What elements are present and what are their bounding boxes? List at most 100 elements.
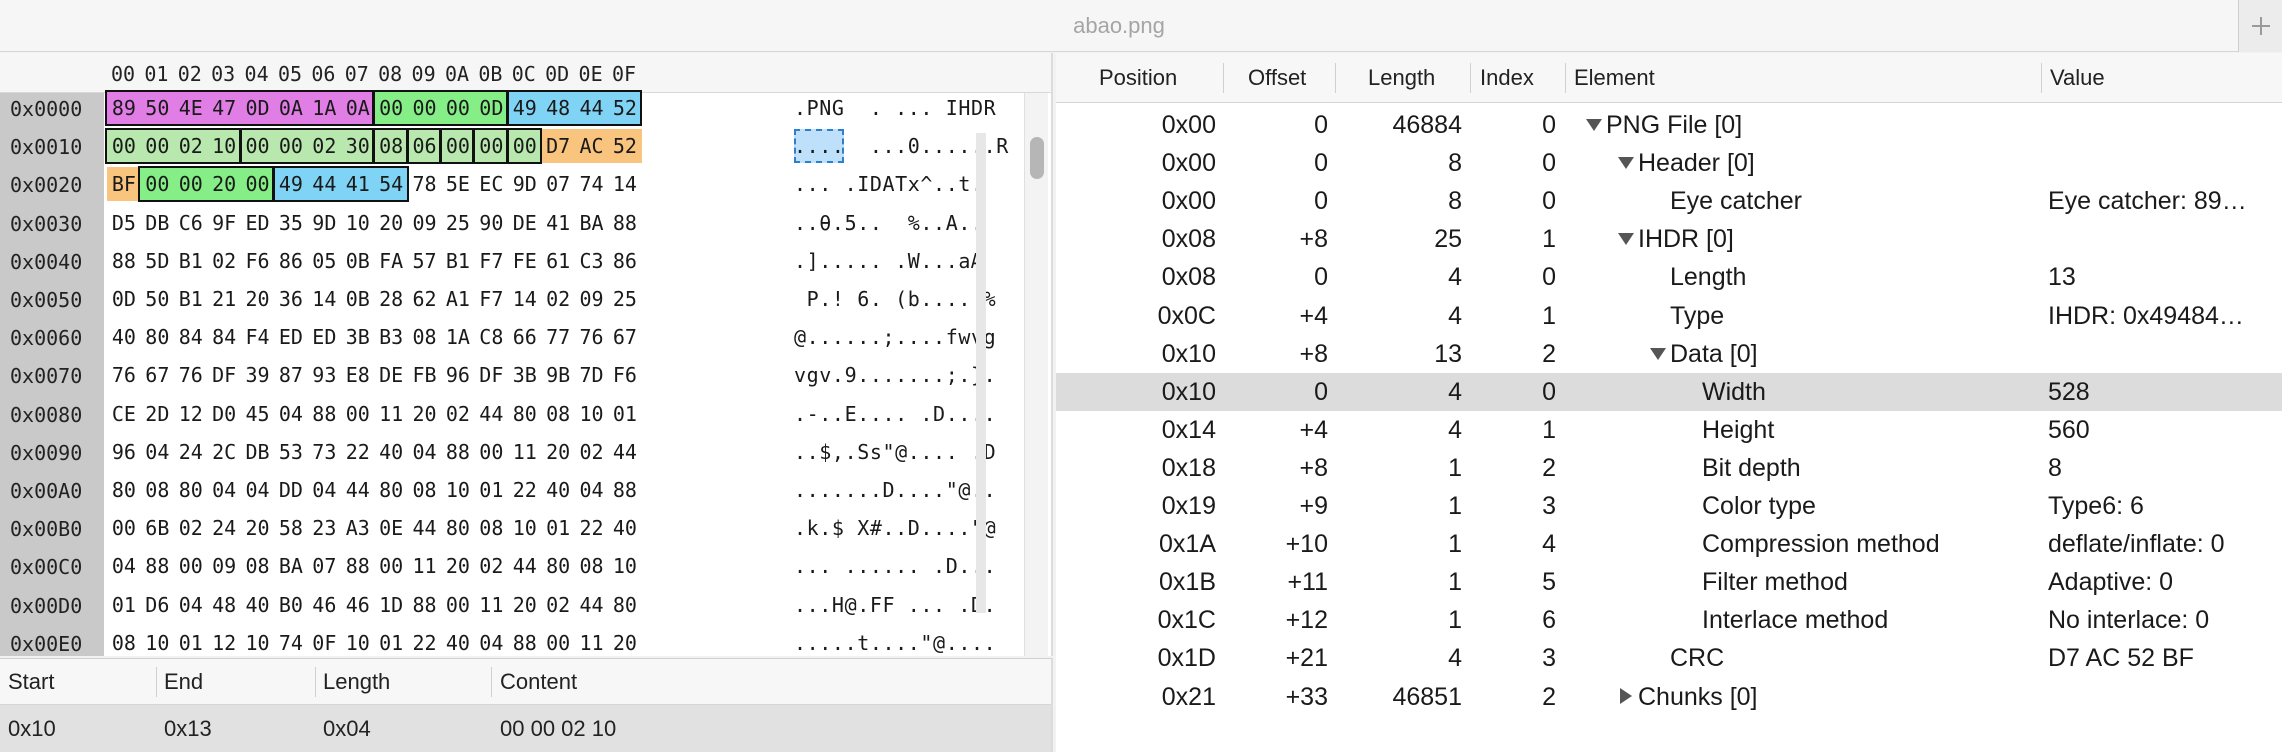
- hex-byte[interactable]: 90: [474, 206, 508, 240]
- hex-byte[interactable]: 9D: [508, 167, 542, 201]
- hex-byte[interactable]: 73: [307, 435, 341, 469]
- hex-byte[interactable]: 10: [140, 626, 174, 656]
- ascii-line[interactable]: .k.$ X#..D...."@: [794, 511, 996, 545]
- hex-byte[interactable]: C6: [174, 206, 208, 240]
- tree-col-index[interactable]: Index: [1480, 53, 1534, 103]
- hex-byte[interactable]: 14: [608, 167, 642, 201]
- hex-byte[interactable]: 25: [441, 206, 475, 240]
- hex-byte[interactable]: DF: [207, 358, 241, 392]
- hex-byte[interactable]: 7D: [575, 358, 609, 392]
- hex-byte[interactable]: 00: [407, 91, 442, 125]
- hex-byte[interactable]: 01: [541, 511, 575, 545]
- hex-byte[interactable]: 48: [541, 91, 576, 125]
- hex-byte[interactable]: 0F: [307, 626, 341, 656]
- hex-byte[interactable]: 11: [374, 397, 408, 431]
- hex-byte[interactable]: 25: [608, 282, 642, 316]
- hex-byte[interactable]: 00: [240, 129, 275, 164]
- hex-byte[interactable]: 21: [207, 282, 241, 316]
- hex-byte[interactable]: 78: [408, 167, 442, 201]
- hex-byte[interactable]: 00: [541, 626, 575, 656]
- hex-byte[interactable]: 07: [307, 549, 341, 583]
- hex-byte[interactable]: 40: [608, 511, 642, 545]
- hex-byte[interactable]: 76: [575, 320, 609, 354]
- hex-byte[interactable]: 54: [374, 167, 409, 202]
- hex-byte[interactable]: 08: [107, 626, 141, 656]
- hex-byte[interactable]: 9B: [541, 358, 575, 392]
- hex-byte[interactable]: 87: [274, 358, 308, 392]
- hex-scrollbar-thumb[interactable]: [1030, 137, 1044, 179]
- hex-byte[interactable]: 08: [374, 129, 409, 164]
- hex-byte[interactable]: 00: [441, 91, 475, 125]
- hex-byte[interactable]: F6: [608, 358, 642, 392]
- tree-row[interactable]: 0x08 +8 25 1 IHDR [0]: [1056, 220, 2282, 258]
- hex-byte[interactable]: 20: [608, 626, 642, 656]
- hex-byte[interactable]: 62: [408, 282, 442, 316]
- hex-byte[interactable]: 02: [207, 244, 241, 278]
- hex-byte[interactable]: 02: [541, 588, 575, 622]
- selection-row[interactable]: 0x10 0x13 0x04 00 00 02 10: [0, 705, 1051, 752]
- selection-col-start[interactable]: Start: [8, 659, 54, 705]
- hex-byte[interactable]: 09: [408, 206, 442, 240]
- hex-byte[interactable]: 88: [608, 473, 642, 507]
- hex-byte[interactable]: 04: [174, 588, 208, 622]
- tree-row[interactable]: 0x00 0 8 0 Header [0]: [1056, 144, 2282, 182]
- ascii-line[interactable]: .....t...."@....: [794, 626, 996, 656]
- hex-byte[interactable]: 80: [140, 320, 174, 354]
- hex-byte[interactable]: 02: [541, 282, 575, 316]
- hex-byte[interactable]: 58: [274, 511, 308, 545]
- hex-byte[interactable]: 96: [441, 358, 475, 392]
- tree-row[interactable]: 0x0C +4 4 1 Type IHDR: 0x49484…: [1056, 297, 2282, 335]
- hex-byte[interactable]: 00: [441, 129, 475, 164]
- hex-byte[interactable]: 40: [107, 320, 141, 354]
- selection-col-content[interactable]: Content: [500, 659, 577, 705]
- hex-byte[interactable]: 2D: [140, 397, 174, 431]
- hex-byte[interactable]: 88: [341, 549, 375, 583]
- hex-byte[interactable]: 00: [507, 129, 542, 164]
- hex-byte[interactable]: 0D: [474, 91, 509, 125]
- tree-row[interactable]: 0x08 0 4 0 Length 13: [1056, 258, 2282, 296]
- hex-byte[interactable]: 00: [174, 549, 208, 583]
- hex-byte[interactable]: 10: [508, 511, 542, 545]
- hex-byte[interactable]: 3B: [341, 320, 375, 354]
- hex-byte[interactable]: 10: [207, 129, 242, 164]
- hex-byte[interactable]: 44: [574, 91, 609, 125]
- tree-row[interactable]: 0x1B +11 1 5 Filter method Adaptive: 0: [1056, 563, 2282, 601]
- hex-byte[interactable]: 5D: [140, 244, 174, 278]
- hex-byte[interactable]: 12: [207, 626, 241, 656]
- hex-byte[interactable]: AC: [574, 129, 609, 164]
- hex-byte[interactable]: A3: [341, 511, 375, 545]
- hex-byte[interactable]: 74: [274, 626, 308, 656]
- hex-byte[interactable]: 88: [508, 626, 542, 656]
- hex-byte[interactable]: 04: [408, 435, 442, 469]
- hex-byte[interactable]: 0A: [340, 91, 375, 125]
- ascii-line[interactable]: .-..E.... .D....: [794, 397, 996, 431]
- hex-byte[interactable]: CE: [107, 397, 141, 431]
- hex-byte[interactable]: 20: [374, 206, 408, 240]
- hex-byte[interactable]: 06: [407, 129, 442, 164]
- hex-byte[interactable]: 14: [307, 282, 341, 316]
- hex-byte[interactable]: 04: [474, 626, 508, 656]
- tree-col-value[interactable]: Value: [2050, 53, 2105, 103]
- hex-byte[interactable]: D5: [107, 206, 141, 240]
- hex-byte[interactable]: 28: [374, 282, 408, 316]
- hex-byte[interactable]: D6: [140, 588, 174, 622]
- hex-byte[interactable]: 46: [341, 588, 375, 622]
- hex-byte[interactable]: 6B: [140, 511, 174, 545]
- hex-byte[interactable]: A1: [441, 282, 475, 316]
- hex-byte[interactable]: 11: [474, 588, 508, 622]
- hex-byte[interactable]: 80: [541, 549, 575, 583]
- hex-byte[interactable]: 14: [508, 282, 542, 316]
- expanded-triangle-icon[interactable]: [1618, 157, 1634, 170]
- hex-byte[interactable]: 80: [508, 397, 542, 431]
- hex-byte[interactable]: 46: [307, 588, 341, 622]
- hex-scrollbar[interactable]: [1024, 93, 1048, 656]
- hex-byte[interactable]: 40: [441, 626, 475, 656]
- hex-byte[interactable]: 02: [307, 129, 342, 164]
- tree-row[interactable]: 0x19 +9 1 3 Color type Type6: 6: [1056, 487, 2282, 525]
- hex-byte[interactable]: 00: [474, 129, 509, 164]
- hex-byte[interactable]: 20: [207, 167, 242, 202]
- expanded-triangle-icon[interactable]: [1586, 119, 1602, 131]
- hex-byte[interactable]: 20: [408, 397, 442, 431]
- hex-byte[interactable]: 00: [474, 435, 508, 469]
- hex-byte[interactable]: 02: [474, 549, 508, 583]
